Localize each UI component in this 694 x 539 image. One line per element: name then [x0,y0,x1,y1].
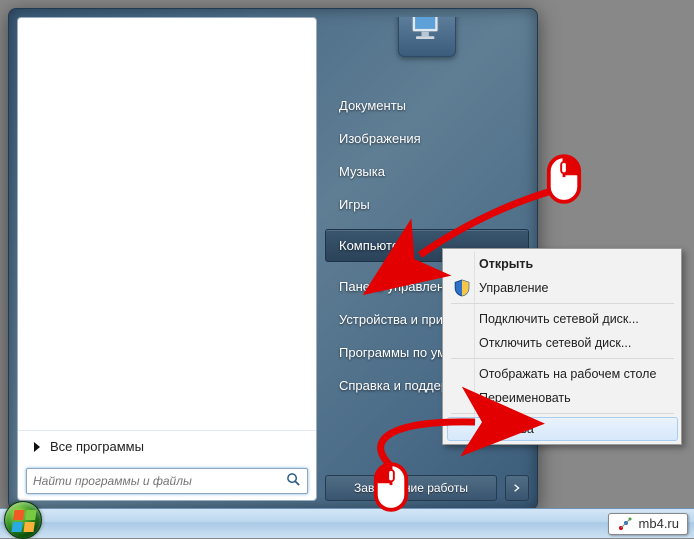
context-menu-item-1[interactable]: Управление [447,276,678,300]
context-menu-item-label: Переименовать [479,391,571,405]
context-menu-item-3[interactable]: Подключить сетевой диск... [447,307,678,331]
shutdown-menu-button[interactable] [505,475,529,501]
context-menu-item-9[interactable]: Свойства [447,417,678,441]
context-menu-item-label: Отображать на рабочем столе [479,367,656,381]
context-menu-item-label: Управление [479,281,549,295]
chevron-right-icon [513,484,521,492]
watermark-text: mb4.ru [639,516,679,531]
start-menu-item-1[interactable]: Изображения [325,122,529,155]
start-menu-left-pane: Все программы [17,17,317,501]
search-icon [286,472,301,490]
context-menu-item-0[interactable]: Открыть [447,252,678,276]
context-menu: Открыть Управление Подключить сетевой диск… [442,248,682,445]
mouse-left-click-icon [372,458,410,516]
context-menu-item-label: Открыть [479,257,533,271]
context-menu-item-label: Подключить сетевой диск... [479,312,639,326]
mouse-right-click-icon [545,150,583,208]
shutdown-button[interactable]: Завершение работы [325,475,497,501]
shield-icon [453,279,471,297]
programs-list-area [18,18,316,430]
watermark-badge: mb4.ru [608,513,688,535]
arrow-right-icon [34,442,40,452]
start-button[interactable] [4,501,42,539]
context-menu-separator [451,358,674,359]
context-menu-item-label: Свойства [479,422,534,436]
context-menu-item-7[interactable]: Переименовать [447,386,678,410]
rocket-icon [617,516,633,532]
context-menu-item-6[interactable]: Отображать на рабочем столе [447,362,678,386]
context-menu-item-label: Отключить сетевой диск... [479,336,631,350]
context-menu-separator [451,413,674,414]
context-menu-item-4[interactable]: Отключить сетевой диск... [447,331,678,355]
all-programs[interactable]: Все программы [18,430,316,462]
start-menu-item-2[interactable]: Музыка [325,155,529,188]
search-box[interactable] [26,468,308,494]
start-menu-item-3[interactable]: Игры [325,188,529,221]
context-menu-separator [451,303,674,304]
search-input[interactable] [33,474,286,488]
all-programs-label: Все программы [50,439,144,454]
computer-icon [405,17,449,50]
user-picture[interactable] [398,17,456,57]
start-menu-item-0[interactable]: Документы [325,89,529,122]
taskbar: mb4.ru [0,508,694,538]
